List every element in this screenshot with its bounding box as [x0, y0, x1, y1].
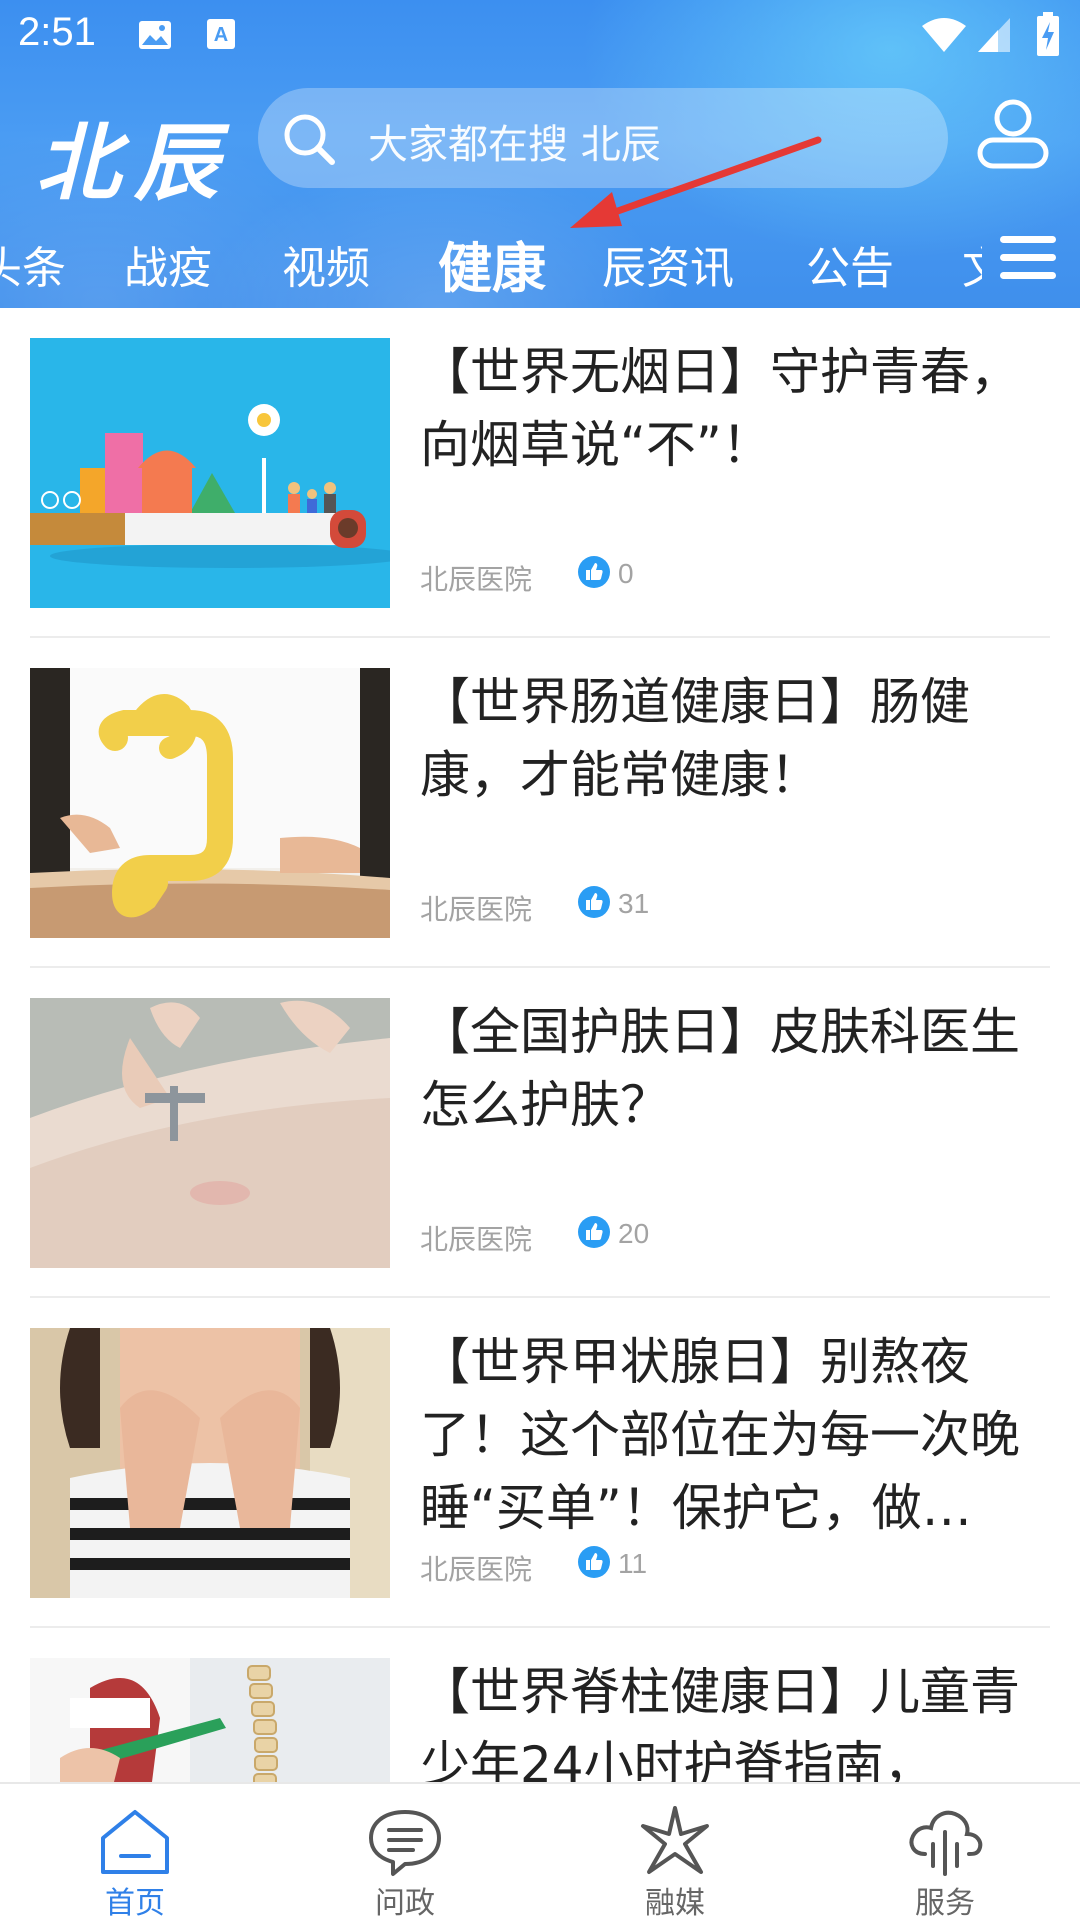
- article-source: 北辰医院: [420, 563, 533, 596]
- article-thumbnail: [30, 1658, 390, 1782]
- article-title[interactable]: 【世界脊柱健康日】儿童青少年24小时护脊指南，: [420, 1656, 1050, 1782]
- nav-rongmei[interactable]: 融媒: [575, 1784, 775, 1920]
- svg-text:A: A: [214, 24, 228, 46]
- article-source: 北辰医院: [420, 1223, 533, 1256]
- tab-shipin[interactable]: 视频: [282, 232, 370, 296]
- article-thumbnail: [30, 338, 390, 608]
- article-thumbnail: [30, 998, 390, 1268]
- article-thumbnail: [30, 1328, 390, 1598]
- thumbs-up-icon[interactable]: [578, 1546, 610, 1578]
- nav-fuwu[interactable]: 服务: [845, 1784, 1045, 1920]
- like-count: 0: [618, 558, 634, 589]
- list-item[interactable]: 【世界脊柱健康日】儿童青少年24小时护脊指南，: [0, 1628, 1080, 1782]
- image-notification-icon: [139, 21, 171, 49]
- nav-label: 首页: [105, 1886, 165, 1920]
- chat-bubble-icon: [369, 1810, 441, 1876]
- home-icon: [101, 1810, 169, 1874]
- like-count: 31: [618, 888, 650, 919]
- bottom-navigation: 首页 问政 融媒 服务: [0, 1782, 1080, 1920]
- spine-model-image: [30, 1658, 390, 1782]
- tab-chenzixun[interactable]: 辰资讯: [602, 232, 734, 296]
- skin-measurement-image: [30, 998, 390, 1268]
- cloud-service-icon: [909, 1810, 983, 1876]
- app-logo[interactable]: 北辰: [36, 96, 232, 217]
- nav-label: 问政: [375, 1886, 435, 1920]
- thumbs-up-icon[interactable]: [578, 1216, 610, 1248]
- list-item[interactable]: 【世界无烟日】守护青春，向烟草说“不”！ 北辰医院 0: [0, 308, 1080, 638]
- article-thumbnail: [30, 668, 390, 938]
- list-item[interactable]: 【全国护肤日】皮肤科医生怎么护肤？ 北辰医院 20: [0, 968, 1080, 1298]
- search-icon: [284, 114, 335, 165]
- text-notification-icon: A: [207, 19, 235, 49]
- category-tabs: 头条 战疫 视频 健康 辰资讯 公告 文: [0, 214, 1000, 300]
- tab-partial[interactable]: 文: [962, 232, 982, 296]
- tab-gonggao[interactable]: 公告: [806, 232, 894, 296]
- article-title[interactable]: 【世界甲状腺日】别熬夜了！这个部位在为每一次晚睡“买单”！保护它，做…: [420, 1326, 1050, 1545]
- nav-home[interactable]: 首页: [35, 1784, 235, 1920]
- thumbs-up-icon[interactable]: [578, 556, 610, 588]
- battery-charging-icon: [1037, 12, 1059, 56]
- like-count: 20: [618, 1218, 650, 1249]
- article-title[interactable]: 【世界肠道健康日】肠健康，才能常健康！: [420, 666, 1050, 812]
- wifi-icon: [922, 18, 966, 52]
- article-list: 【世界无烟日】守护青春，向烟草说“不”！ 北辰医院 0 【世界肠道健康日】肠健康…: [0, 308, 1080, 1782]
- no-smoking-city-image: [30, 338, 390, 608]
- intestine-model-image: [30, 668, 390, 938]
- list-item[interactable]: 【世界甲状腺日】别熬夜了！这个部位在为每一次晚睡“买单”！保护它，做… 北辰医院…: [0, 1298, 1080, 1628]
- article-title[interactable]: 【全国护肤日】皮肤科医生怎么护肤？: [420, 996, 1050, 1142]
- article-title[interactable]: 【世界无烟日】守护青春，向烟草说“不”！: [420, 336, 1050, 482]
- app-header: 2:51 A 北辰 大家都在搜 北辰 条 战疫 视频 健康 辰资讯 公告: [0, 0, 1080, 308]
- user-profile-icon[interactable]: [976, 98, 1050, 170]
- nav-label: 服务: [915, 1886, 975, 1920]
- nav-wenzheng[interactable]: 问政: [305, 1784, 505, 1920]
- media-star-icon: [641, 1806, 709, 1874]
- tab-toutiao[interactable]: 头条: [0, 232, 66, 296]
- article-source: 北辰医院: [420, 1553, 533, 1586]
- nav-label: 融媒: [645, 1886, 705, 1920]
- tab-jiankang[interactable]: 健康: [438, 224, 546, 303]
- thumbs-up-icon[interactable]: [578, 886, 610, 918]
- status-bar: 2:51 A: [0, 0, 1080, 74]
- tab-zhanyi[interactable]: 战疫: [124, 232, 212, 296]
- signal-icon: [978, 18, 1010, 52]
- like-count: 11: [618, 1548, 648, 1579]
- thyroid-neck-image: [30, 1328, 390, 1598]
- article-source: 北辰医院: [420, 893, 533, 926]
- menu-icon[interactable]: [998, 232, 1058, 284]
- list-item[interactable]: 【世界肠道健康日】肠健康，才能常健康！ 北辰医院 31: [0, 638, 1080, 968]
- status-time: 2:51: [18, 10, 96, 54]
